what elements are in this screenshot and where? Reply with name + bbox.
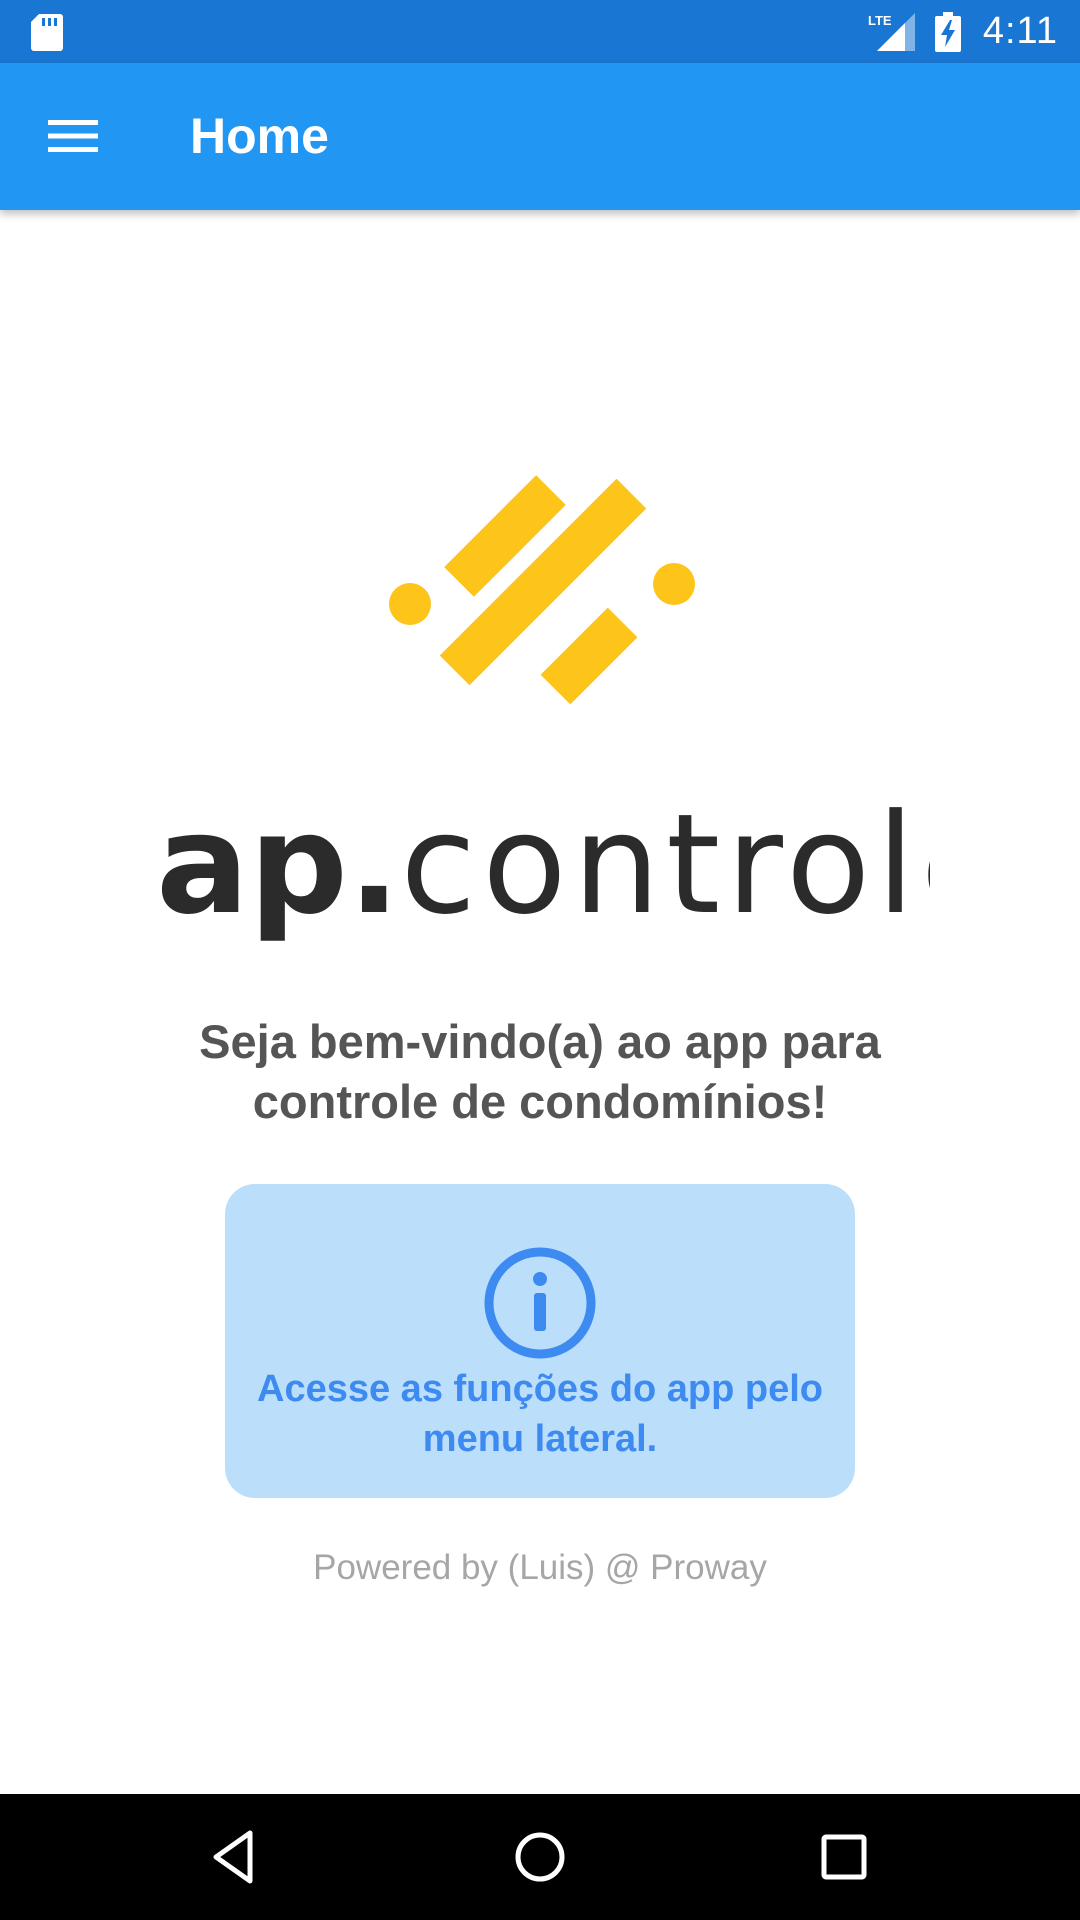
recents-icon: [821, 1834, 867, 1880]
powered-by-footer: Powered by (Luis) @ Proway: [313, 1548, 767, 1587]
lte-signal-icon: LTE: [868, 12, 915, 51]
svg-text:LTE: LTE: [868, 13, 892, 28]
home-icon: [515, 1832, 565, 1882]
status-time: 4:11: [982, 10, 1058, 52]
logo-mark-icon: [389, 475, 695, 705]
status-bar: LTE 4:11: [0, 0, 1080, 63]
info-text: Acesse as funções do app pelo menu later…: [257, 1368, 823, 1460]
logo-wordmark: ap.controle: [156, 800, 930, 945]
menu-button[interactable]: [30, 93, 116, 179]
status-icons: LTE 4:11: [867, 0, 1058, 63]
recents-button[interactable]: [804, 1817, 884, 1897]
sd-card-icon: [31, 14, 63, 51]
home-button[interactable]: [500, 1817, 580, 1897]
navigation-bar: [0, 1794, 1080, 1920]
back-icon: [213, 1830, 253, 1884]
info-card: Acesse as funções do app pelo menu later…: [225, 1184, 855, 1498]
back-button[interactable]: [196, 1817, 276, 1897]
svg-text:ap.controle: ap.controle: [156, 800, 930, 945]
app-bar: Home: [0, 63, 1080, 210]
page-title: Home: [190, 108, 329, 164]
info-circle-icon: [484, 1247, 596, 1359]
battery-charging-icon: [934, 11, 961, 52]
hamburger-menu-icon: [48, 120, 98, 152]
welcome-message: Seja bem-vindo(a) ao app para controle d…: [199, 1015, 881, 1128]
screen: LTE 4:11 Home ap.control Seja bem-vindo(…: [0, 0, 1080, 1920]
